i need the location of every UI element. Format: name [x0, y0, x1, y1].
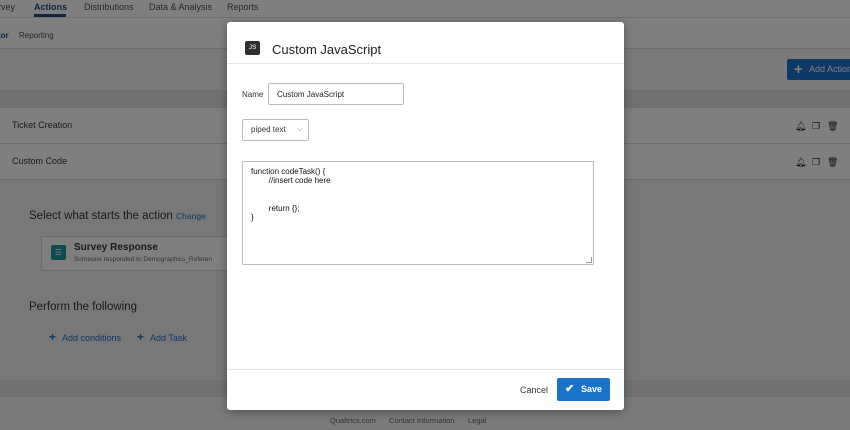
- check-icon: ✔: [565, 383, 575, 395]
- dialog-footer: Cancel ✔ Save: [227, 369, 624, 410]
- save-button[interactable]: ✔ Save: [557, 378, 610, 401]
- dialog-title: Custom JavaScript: [272, 42, 382, 57]
- resize-grip-icon[interactable]: [586, 257, 592, 263]
- javascript-icon: JS: [245, 41, 260, 55]
- piped-text-label: piped text: [251, 125, 286, 134]
- dialog-header: JS Custom JavaScript: [227, 22, 624, 64]
- piped-text-dropdown[interactable]: piped text ⌵: [242, 119, 309, 141]
- save-label: Save: [581, 384, 603, 394]
- code-line: function codeTask() {: [251, 167, 326, 176]
- code-line: //insert code here: [251, 176, 331, 185]
- name-label: Name: [242, 90, 264, 99]
- code-editor[interactable]: function codeTask() { //insert code here…: [242, 161, 594, 265]
- chevron-down-icon: ⌵: [297, 126, 303, 133]
- code-line: }: [251, 213, 254, 222]
- custom-javascript-dialog: JS Custom JavaScript Name piped text ⌵ f…: [227, 22, 624, 410]
- code-line: return {};: [251, 204, 300, 213]
- name-input[interactable]: [268, 83, 404, 105]
- cancel-button[interactable]: Cancel: [520, 385, 548, 395]
